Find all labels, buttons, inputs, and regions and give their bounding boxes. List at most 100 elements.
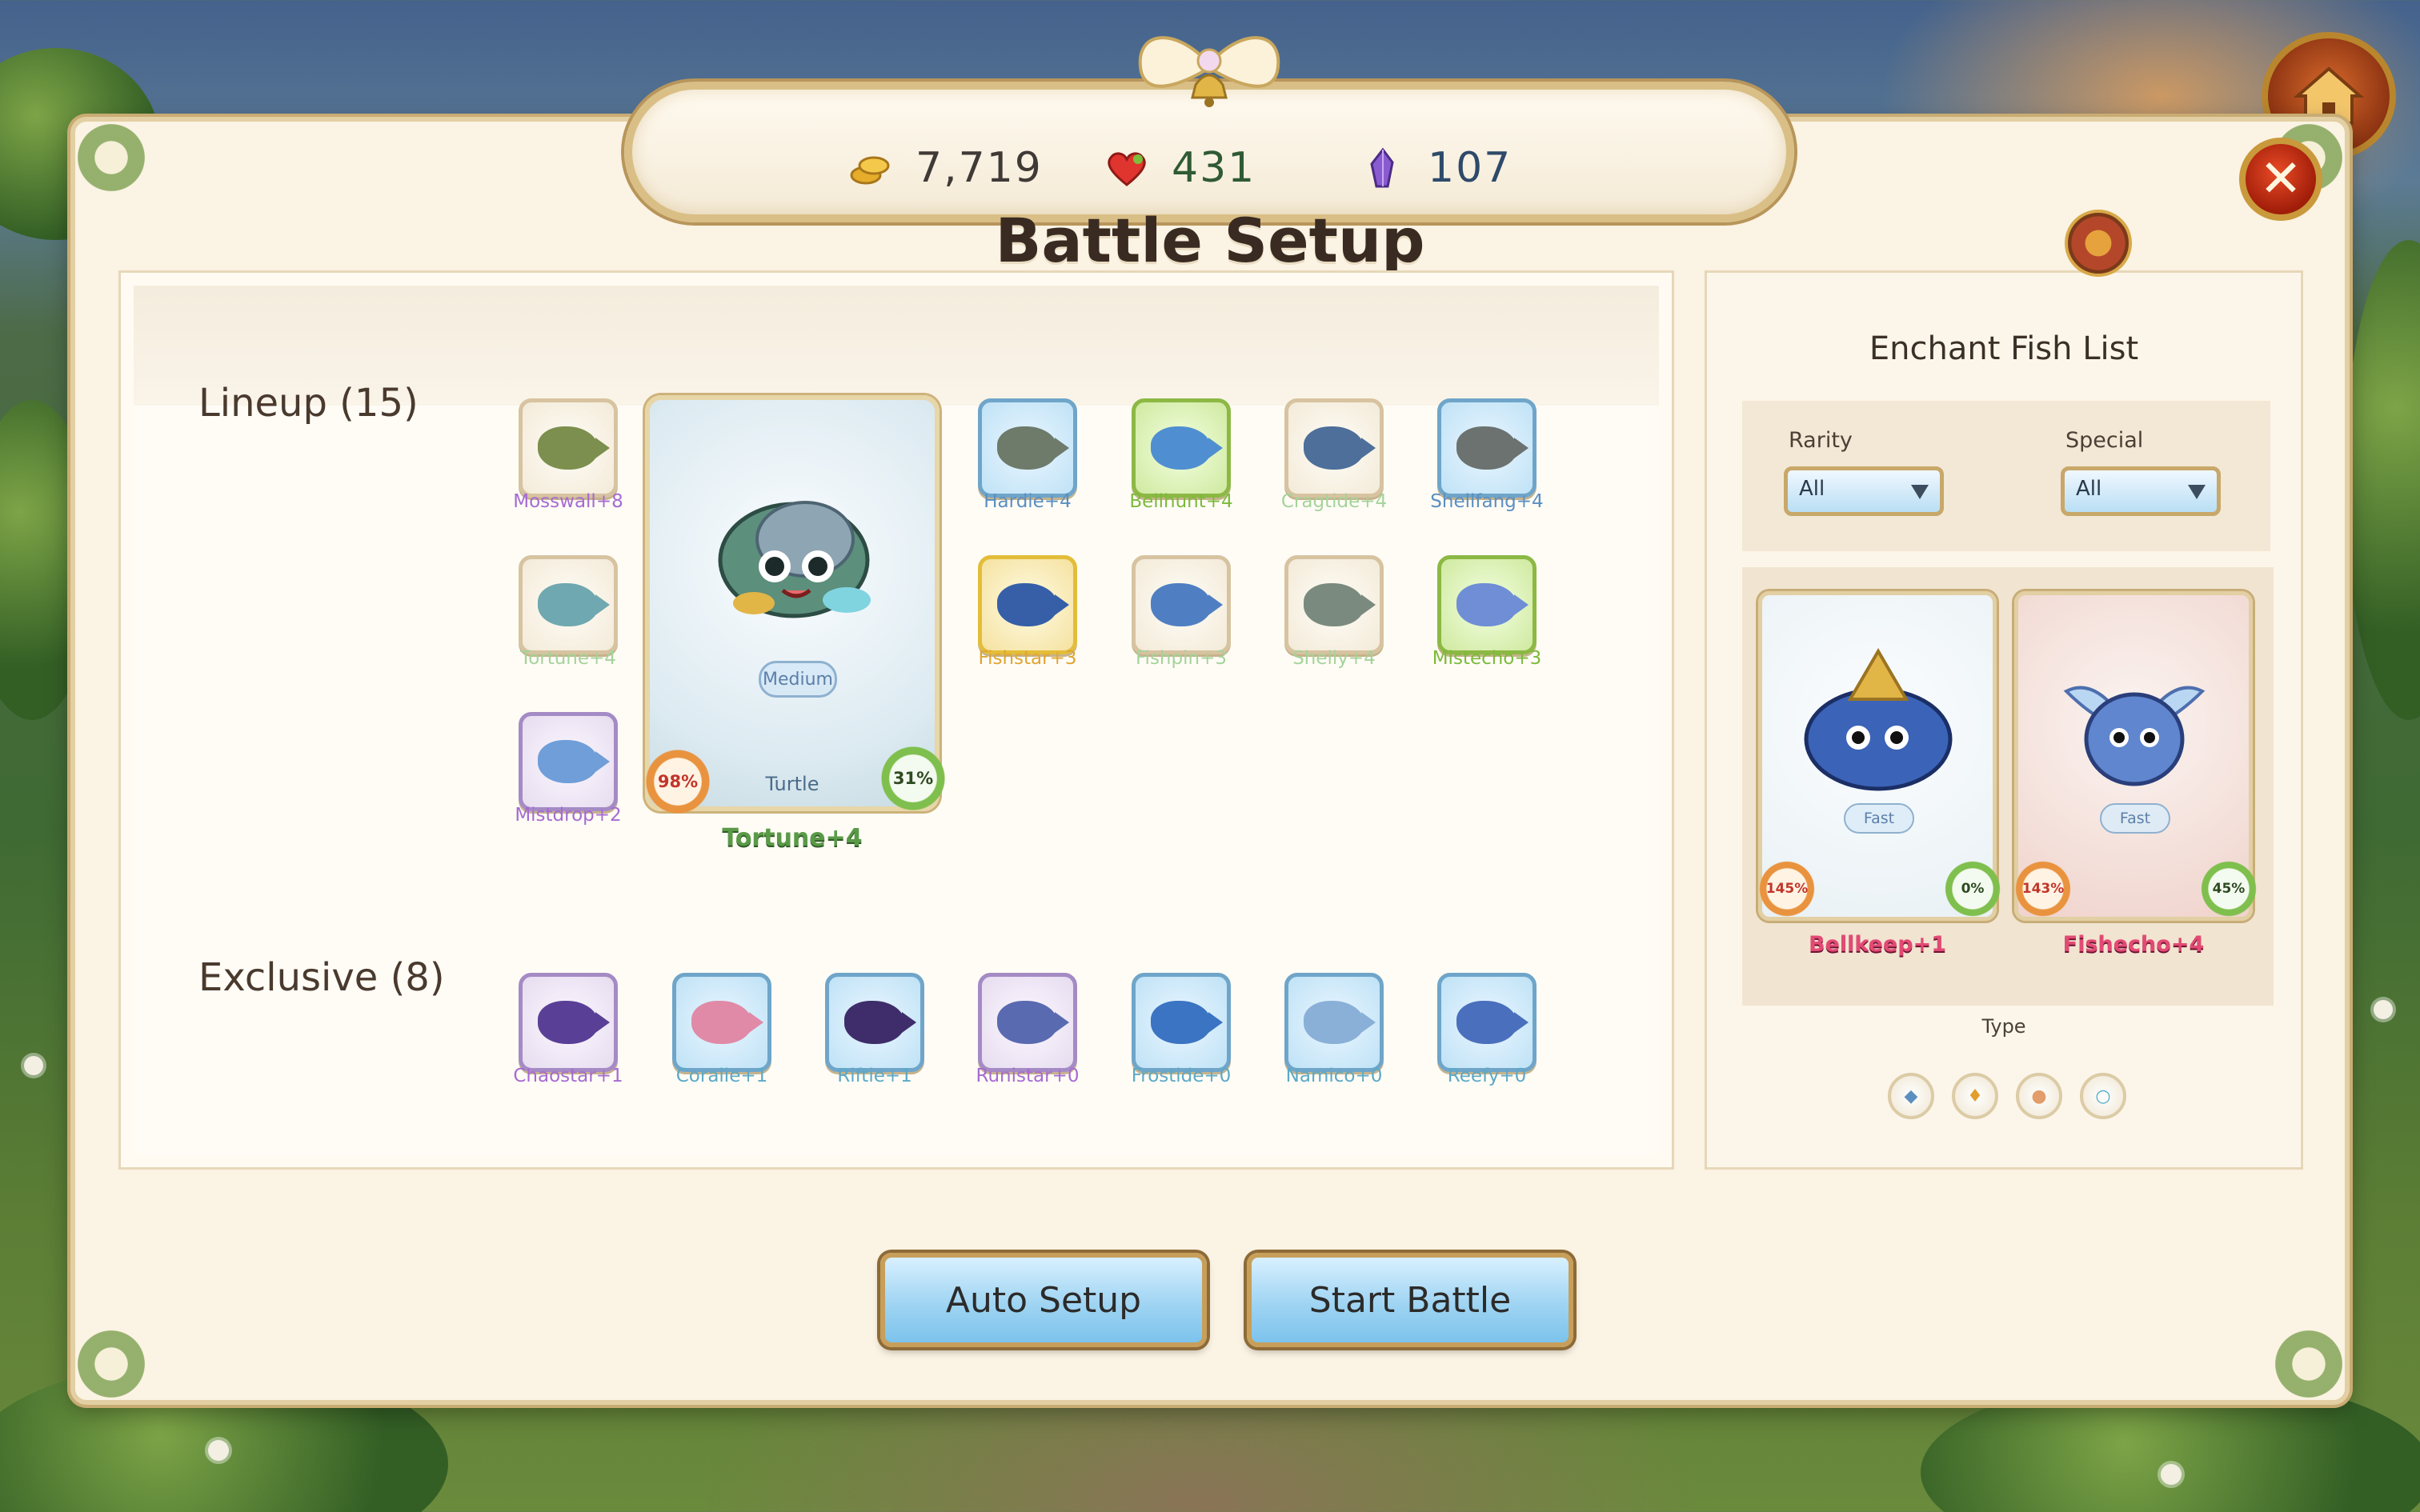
fish-icon [1304, 426, 1376, 470]
close-button[interactable]: ✕ [2239, 138, 2322, 221]
attack-percent: 145% [1757, 859, 1817, 918]
exclusive-fish-card[interactable] [519, 973, 618, 1072]
enchant-fish-card[interactable]: Fast 145% 0% [1757, 591, 2002, 921]
heart-icon [1108, 152, 1146, 186]
water-drop-icon[interactable]: ◆ [1888, 1073, 1934, 1119]
fish-name-label: Shellfang+4 [1430, 491, 1544, 512]
flower-decoration [24, 1056, 43, 1075]
lineup-fish-card[interactable] [1284, 555, 1384, 654]
fish-name-label: Fishpin+3 [1136, 648, 1227, 669]
exclusive-fish-card[interactable] [825, 973, 924, 1072]
fish-icon [538, 1001, 610, 1044]
fish-icon [691, 1001, 763, 1044]
fish-icon [1456, 426, 1529, 470]
fish-name-label: Tortune+4 [520, 648, 616, 669]
fish-icon [1151, 583, 1223, 626]
gem-counter: 107 [1360, 144, 1512, 192]
lineup-fish-card[interactable] [978, 555, 1077, 654]
fish-icon [1456, 1001, 1529, 1044]
fish-icon [538, 426, 610, 470]
exclusive-label: Exclusive (8) [198, 955, 445, 1000]
exclusive-fish-card[interactable] [1132, 973, 1231, 1072]
fish-type-label: Turtle [765, 773, 819, 795]
exclusive-fish-card[interactable] [1284, 973, 1384, 1072]
special-label: Special [2065, 428, 2144, 453]
fish-name-label: Chaostar+1 [513, 1066, 623, 1086]
gem-value: 107 [1428, 144, 1512, 192]
fish-name-label: Namico+0 [1285, 1066, 1383, 1086]
flower-decoration [2161, 1464, 2182, 1485]
lineup-fish-card[interactable] [519, 712, 618, 811]
speed-badge: Fast [1844, 803, 1914, 834]
resource-header: 7,719 431 107 [624, 24, 1794, 222]
fish-name-label: Shelly+4 [1292, 648, 1376, 669]
coin-value: 7,719 [916, 144, 1043, 192]
fish-name-label: Cragtide+4 [1280, 491, 1388, 512]
rarity-dropdown[interactable]: All [1784, 466, 1944, 516]
bubble-icon[interactable]: ○ [2080, 1073, 2126, 1119]
type-label: Type [1981, 1015, 2026, 1038]
corner-ornament [59, 106, 163, 210]
special-dropdown[interactable]: All [2061, 466, 2221, 516]
fish-name-label: Mistecho+3 [1432, 648, 1542, 669]
flame-icon[interactable]: ♦ [1952, 1073, 1998, 1119]
fish-icon [1151, 426, 1223, 470]
enchant-fish-list: Fast 145% 0% Bellkeep+1 Fast 143% 45% Fi… [1742, 567, 2274, 1006]
filter-area: Rarity All Special All [1742, 401, 2270, 551]
exclusive-fish-card[interactable] [672, 973, 771, 1072]
featured-fish-name: Tortune+4 [722, 824, 863, 852]
fish-name-label: Fishstar+3 [978, 648, 1077, 669]
enchant-title: Enchant Fish List [1869, 330, 2139, 367]
heart-value: 431 [1172, 144, 1256, 192]
lineup-fish-card[interactable] [519, 398, 618, 498]
enchant-panel: Enchant Fish List Rarity All Special All… [1705, 270, 2303, 1170]
featured-fish-card[interactable]: Medium 98% 31% Turtle [643, 395, 948, 816]
lineup-fish-card[interactable] [1284, 398, 1384, 498]
lineup-fish-card[interactable] [978, 398, 1077, 498]
lineup-label: Lineup (15) [198, 381, 419, 426]
health-percent: 45% [2199, 859, 2258, 918]
corner-ornament [59, 1312, 163, 1416]
lineup-fish-card[interactable] [1437, 555, 1537, 654]
fish-icon [1304, 583, 1376, 626]
fish-name-label: Frostide+0 [1131, 1066, 1232, 1086]
heart-counter: 431 [1104, 144, 1256, 192]
lineup-fish-card[interactable] [519, 555, 618, 654]
medal-icon[interactable] [2065, 210, 2132, 277]
fish-name-label: Reefy+0 [1447, 1066, 1527, 1086]
flower-decoration [208, 1440, 229, 1461]
bush-decoration [2345, 240, 2420, 720]
enchant-fish-card[interactable]: Fast 143% 45% [2013, 591, 2258, 921]
flower-decoration [2374, 1000, 2393, 1019]
bow-bell-icon [1138, 36, 1280, 107]
fish-name-label: Mosswall+8 [513, 491, 623, 512]
lineup-fish-card[interactable] [1132, 555, 1231, 654]
lineup-fish-card[interactable] [1132, 398, 1231, 498]
fish-icon [844, 1001, 916, 1044]
attack-percent: 143% [2013, 859, 2073, 918]
start-battle-button[interactable]: Start Battle [1247, 1253, 1573, 1347]
shell-icon[interactable]: ● [2016, 1073, 2062, 1119]
fishecho-fish-image [2063, 686, 2206, 786]
lineup-fish-card[interactable] [1437, 398, 1537, 498]
coin-icon [850, 156, 890, 185]
fish-icon [997, 1001, 1069, 1044]
health-percent: 0% [1943, 859, 2002, 918]
speed-badge: Fast [2100, 803, 2170, 834]
fish-name-label: Mistdrop+2 [515, 805, 622, 826]
exclusive-fish-card[interactable] [1437, 973, 1537, 1072]
fish-icon [1304, 1001, 1376, 1044]
fish-name-label: Runistar+0 [976, 1066, 1080, 1086]
close-icon: ✕ [2259, 150, 2302, 209]
enchant-fish-name: Bellkeep+1 [1809, 932, 1946, 957]
fish-icon [1456, 583, 1529, 626]
auto-setup-button[interactable]: Auto Setup [880, 1253, 1207, 1347]
exclusive-fish-card[interactable] [978, 973, 1077, 1072]
rarity-label: Rarity [1789, 428, 1853, 453]
enchant-fish-name: Fishecho+4 [2062, 932, 2205, 957]
page-title: Battle Setup [995, 205, 1425, 276]
fish-icon [1151, 1001, 1223, 1044]
fish-name-label: Bellhunt+4 [1129, 491, 1233, 512]
fish-icon [538, 740, 610, 783]
speed-badge: Medium [759, 661, 837, 698]
